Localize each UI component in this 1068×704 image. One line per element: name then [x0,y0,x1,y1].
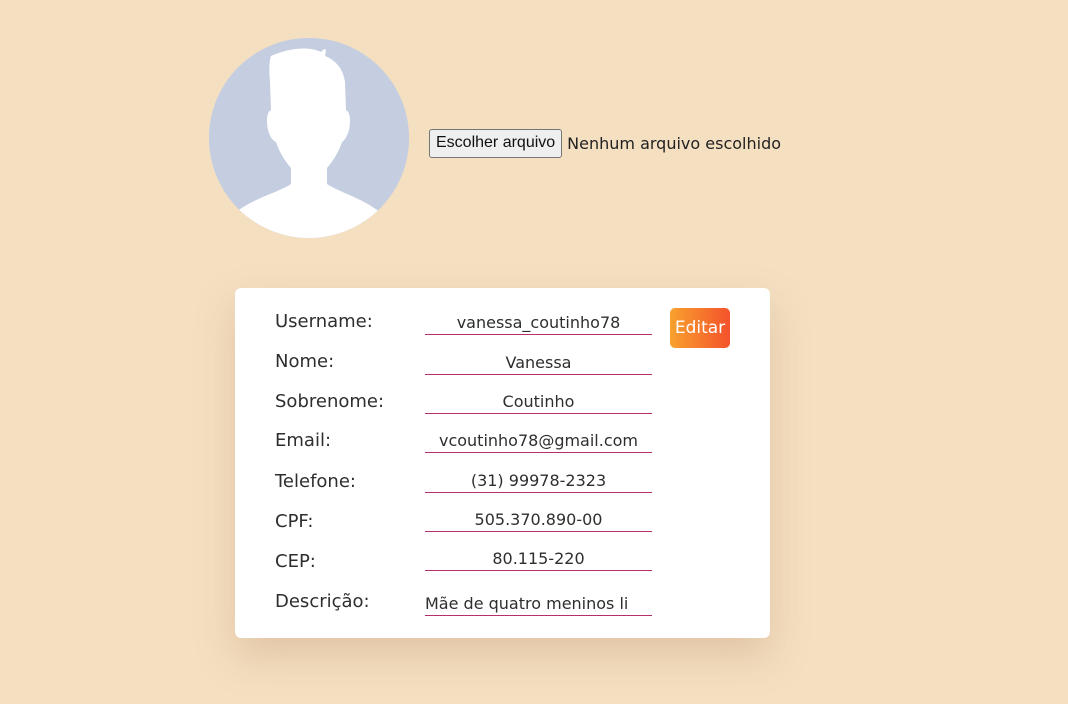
nome-field[interactable] [425,351,652,375]
choose-file-button[interactable]: Escolher arquivo [429,128,563,158]
telefone-label: Telefone: [275,471,356,492]
cpf-field[interactable] [425,508,652,532]
sobrenome-label: Sobrenome: [275,391,385,412]
profile-avatar [209,38,409,238]
descricao-field[interactable] [425,592,652,616]
telefone-field[interactable] [425,469,652,493]
file-upload: Escolher arquivo Nenhum arquivo escolhid… [429,128,781,158]
cep-label: CEP: [275,551,316,572]
profile-card: Username: Editar Nome: Sobrenome: Email:… [235,288,770,638]
sobrenome-field[interactable] [425,390,652,414]
email-field[interactable] [425,429,652,453]
file-status-text: Nenhum arquivo escolhido [567,133,782,153]
nome-label: Nome: [275,351,335,372]
username-field[interactable] [425,311,652,335]
cpf-label: CPF: [275,511,314,532]
username-label: Username: [275,311,373,332]
email-label: Email: [275,430,332,451]
cep-field[interactable] [425,547,652,571]
user-silhouette-icon [209,38,409,238]
descricao-label: Descrição: [275,591,370,612]
edit-button[interactable]: Editar [670,308,730,348]
